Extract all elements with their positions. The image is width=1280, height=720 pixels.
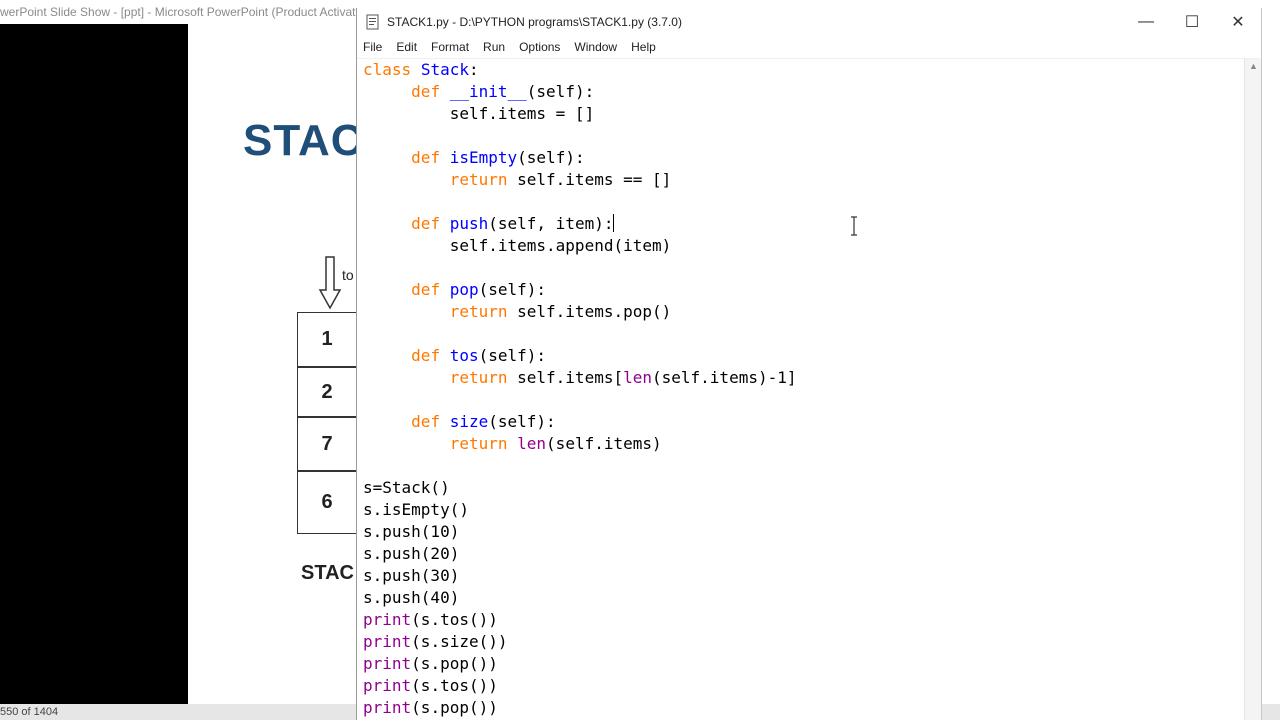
code-line-init-def: def __init__(self): [363, 81, 594, 103]
builtin: print [363, 698, 412, 717]
menu-window[interactable]: Window [567, 40, 624, 54]
builtin: len [517, 434, 547, 453]
code-line-class: class Stack: [363, 59, 479, 81]
code-text: (s.size()) [411, 632, 508, 651]
menu-help[interactable]: Help [624, 40, 663, 54]
builtin: print [363, 610, 412, 629]
scroll-up-icon[interactable]: ▲ [1249, 61, 1258, 71]
code-line-size-body: return len(self.items) [363, 433, 662, 455]
code-line-init-body: self.items = [] [363, 103, 595, 125]
text-caret [613, 214, 615, 232]
code-text: (self, item): [488, 214, 614, 233]
code-line-size-def: def size(self): [363, 411, 556, 433]
code-text: (self): [526, 82, 595, 101]
code-text: self.items.append(item) [449, 236, 672, 255]
menu-bar: File Edit Format Run Options Window Help [357, 36, 1261, 59]
code-line-isempty-body: return self.items == [] [363, 169, 672, 191]
code-line-script: s.push(20) [363, 544, 460, 563]
menu-format[interactable]: Format [424, 40, 476, 54]
code-line-push-body: self.items.append(item) [363, 235, 672, 257]
code-text: (self.items) [546, 434, 662, 453]
function-name: isEmpty [449, 148, 518, 167]
code-text: : [468, 60, 479, 79]
code-text: (s.tos()) [411, 610, 498, 629]
function-name: push [449, 214, 489, 233]
editor-titlebar[interactable]: STACK1.py - D:\PYTHON programs\STACK1.py… [357, 8, 1261, 36]
keyword: return [449, 302, 508, 321]
code-line-script: s.push(30) [363, 566, 460, 585]
code-line-script: s=Stack() [363, 478, 450, 497]
code-text: self.items.pop() [507, 302, 672, 321]
function-name: size [449, 412, 489, 431]
keyword: def [411, 280, 441, 299]
down-arrow-icon [318, 256, 342, 310]
keyword: return [449, 368, 508, 387]
keyword: return [449, 170, 508, 189]
code-text: (self): [488, 412, 556, 431]
code-line-tos-def: def tos(self): [363, 345, 546, 367]
function-name: tos [449, 346, 479, 365]
slide-caption: STAC [301, 562, 354, 584]
slide-right-edge [1262, 0, 1280, 720]
keyword: return [449, 434, 508, 453]
ibeam-cursor-icon [851, 216, 857, 236]
code-line-pop-body: return self.items.pop() [363, 301, 672, 323]
code-line-print: print(s.tos()) [363, 609, 498, 631]
python-file-icon [366, 14, 379, 30]
keyword: def [411, 412, 441, 431]
code-line-tos-body: return self.items[len(self.items)-1] [363, 367, 797, 389]
code-text: self.items == [] [507, 170, 672, 189]
menu-edit[interactable]: Edit [389, 40, 424, 54]
slide-heading: STAC [243, 116, 364, 165]
minimize-button[interactable]: — [1123, 8, 1169, 36]
builtin: print [363, 632, 412, 651]
code-editor[interactable]: class Stack: def __init__(self): self.it… [357, 59, 1245, 720]
code-line-isempty-def: def isEmpty(self): [363, 147, 585, 169]
code-line-print: print(s.tos()) [363, 675, 498, 697]
code-line-script: s.push(40) [363, 588, 460, 607]
code-line-script: s.isEmpty() [363, 500, 469, 519]
code-text: (s.tos()) [411, 676, 498, 695]
vertical-scrollbar[interactable]: ▲ [1244, 59, 1261, 720]
code-text: self.items[ [507, 368, 624, 387]
code-text: (self): [478, 280, 547, 299]
code-line-print: print(s.pop()) [363, 653, 498, 675]
code-line-print: print(s.pop()) [363, 697, 498, 719]
code-line-push-def: def push(self, item): [363, 213, 615, 235]
function-name: pop [449, 280, 479, 299]
code-text: (self): [517, 148, 585, 167]
menu-file[interactable]: File [357, 40, 389, 54]
keyword: def [411, 214, 441, 233]
top-pointer-label: to [342, 267, 354, 283]
builtin: len [623, 368, 652, 387]
editor-title: STACK1.py - D:\PYTHON programs\STACK1.py… [387, 15, 682, 29]
builtin: print [363, 676, 412, 695]
function-name: __init__ [449, 82, 527, 101]
class-name: Stack [420, 60, 469, 79]
code-text: (s.pop()) [411, 654, 498, 673]
keyword: def [411, 346, 441, 365]
code-text: (self): [478, 346, 547, 365]
keyword: def [411, 148, 441, 167]
idle-editor-window[interactable]: STACK1.py - D:\PYTHON programs\STACK1.py… [356, 8, 1262, 720]
code-text: self.items = [] [449, 104, 595, 123]
menu-options[interactable]: Options [512, 40, 567, 54]
code-text: (s.pop()) [411, 698, 498, 717]
maximize-button[interactable]: ☐ [1169, 8, 1215, 36]
code-line-script: s.push(10) [363, 522, 460, 541]
code-line-pop-def: def pop(self): [363, 279, 546, 301]
code-text: (self.items)-1] [652, 368, 797, 387]
slide-counter: 550 of 1404 [0, 706, 59, 718]
keyword: def [411, 82, 441, 101]
keyword: class [363, 60, 412, 79]
code-line-print: print(s.size()) [363, 631, 508, 653]
close-button[interactable]: ✕ [1215, 8, 1261, 36]
menu-run[interactable]: Run [476, 40, 512, 54]
builtin: print [363, 654, 412, 673]
